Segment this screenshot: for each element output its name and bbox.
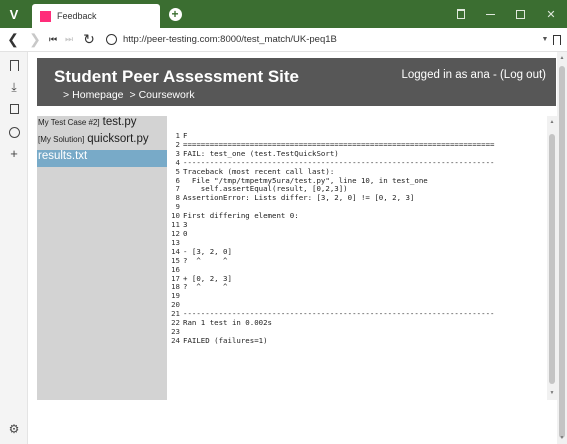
output-line: 18? ^ ^: [170, 282, 494, 292]
file-name: quicksort.py: [87, 133, 149, 145]
output-line: 24 FAILED (failures=1): [170, 335, 494, 346]
fast-forward-button[interactable]: ⏭: [62, 29, 76, 51]
site-info-icon[interactable]: [106, 34, 117, 45]
file-name: test.py: [102, 116, 137, 128]
line-text: Ran 1 test in 0.002s: [183, 318, 272, 328]
scroll-down-icon[interactable]: ▼: [548, 389, 556, 397]
site-header: Student Peer Assessment Site > Homepage >…: [37, 58, 556, 106]
line-text: ----------------------------------------…: [183, 157, 495, 167]
file-item-quicksort-py[interactable]: [My Solution] quicksort.py: [37, 133, 167, 150]
line-text: First differing element 0:: [183, 211, 299, 221]
page-scroll-thumb[interactable]: [559, 66, 565, 438]
breadcrumb-homepage[interactable]: Homepage: [72, 89, 123, 101]
login-text: Logged in as ana -: [401, 69, 500, 81]
browser-menu-button[interactable]: V: [0, 0, 28, 28]
breadcrumb: > Homepage > Coursework: [63, 89, 195, 101]
reload-icon: ↻: [83, 31, 95, 47]
tab-feedback[interactable]: Feedback: [32, 4, 160, 28]
browser-side-panel: ⤓ + ⚙: [0, 52, 28, 444]
back-button[interactable]: ❮: [4, 29, 22, 51]
file-role: [My Solution]: [38, 135, 85, 144]
logout-link[interactable]: (Log out): [500, 69, 546, 81]
trash-icon: [457, 9, 465, 19]
favicon-icon: [40, 10, 51, 22]
line-number: 24: [171, 335, 180, 345]
rewind-icon: ⏮: [48, 34, 58, 44]
rewind-button[interactable]: ⏮: [46, 29, 60, 51]
reload-button[interactable]: ↻: [80, 29, 98, 51]
line-text: + [0, 2, 3]: [183, 273, 232, 283]
results-output: 1 F 2 =====================================…: [167, 116, 547, 400]
plus-icon: +: [168, 7, 182, 21]
output-line: 22 Ran 1 test in 0.002s: [170, 318, 494, 328]
minimize-button[interactable]: [474, 0, 506, 28]
output-line: 15? ^ ^: [170, 255, 494, 266]
tab-title: Feedback: [57, 11, 97, 21]
downloads-icon[interactable]: ⤓: [7, 80, 21, 94]
page-scroll-down-icon[interactable]: ▼: [558, 434, 566, 442]
output-scrollbar[interactable]: ▲ ▼: [547, 116, 557, 400]
browser-titlebar: V Feedback + ✕: [0, 0, 567, 28]
file-name: results.txt: [38, 150, 88, 162]
line-text: - [3, 2, 0]: [183, 246, 232, 256]
site-title: Student Peer Assessment Site: [54, 67, 300, 86]
new-tab-button[interactable]: +: [166, 5, 184, 23]
url-field[interactable]: http://peer-testing.com:8000/test_match/…: [123, 34, 537, 45]
line-text: FAIL: test_one (test.TestQuickSort): [183, 148, 339, 158]
file-item-results-txt[interactable]: results.txt: [37, 150, 167, 167]
history-icon[interactable]: [7, 125, 21, 139]
line-text: F: [183, 131, 188, 140]
line-text: ? ^ ^: [183, 282, 228, 292]
bookmark-icon[interactable]: [553, 34, 561, 45]
forward-icon: ❯: [29, 31, 41, 47]
fast-forward-icon: ⏭: [64, 34, 74, 44]
file-list: My Test Case #2] test.py [My Solution] q…: [37, 116, 167, 400]
file-role: My Test Case #2]: [38, 118, 100, 127]
line-text: ? ^ ^: [183, 255, 228, 265]
forward-button[interactable]: ❯: [26, 29, 44, 51]
line-text: ----------------------------------------…: [183, 309, 495, 319]
bookmarks-icon[interactable]: [7, 58, 21, 72]
output-line: 19: [170, 291, 494, 301]
maximize-icon: [515, 9, 525, 19]
line-text: 3: [183, 220, 188, 230]
settings-icon[interactable]: ⚙: [7, 422, 21, 436]
line-text: AssertionError: Lists differ: [3, 2, 0] …: [183, 193, 415, 203]
output-line: 11 3: [170, 220, 494, 230]
page-content: Student Peer Assessment Site > Homepage >…: [29, 52, 557, 444]
output-line: 8 AssertionError: Lists differ: [3, 2, 0]…: [170, 193, 494, 203]
page-scroll-up-icon[interactable]: ▲: [558, 54, 566, 62]
page-scrollbar[interactable]: ▲ ▼: [557, 52, 567, 444]
scroll-up-icon[interactable]: ▲: [548, 118, 556, 126]
back-icon: ❮: [7, 31, 19, 47]
close-icon: ✕: [546, 8, 556, 21]
minimize-icon: [485, 13, 495, 15]
breadcrumb-coursework[interactable]: Coursework: [139, 89, 195, 101]
line-text: self.assertEqual(result, [0,2,3]): [183, 184, 348, 194]
login-status: Logged in as ana - (Log out): [402, 69, 547, 81]
close-button[interactable]: ✕: [535, 0, 567, 28]
line-text: ========================================…: [183, 139, 495, 149]
add-panel-icon[interactable]: +: [7, 146, 21, 161]
line-text: 0: [183, 228, 188, 238]
line-text: Traceback (most recent call last):: [183, 166, 335, 176]
output-line: 10 First differing element 0:: [170, 211, 494, 221]
trash-button[interactable]: [445, 0, 477, 28]
address-bar: ❮ ❯ ⏮ ⏭ ↻ http://peer-testing.com:8000/t…: [0, 28, 567, 52]
output-line: 12 0: [170, 228, 494, 239]
url-dropdown-icon[interactable]: ▼: [537, 36, 553, 43]
output-scroll-thumb[interactable]: [549, 134, 555, 384]
file-item-test-py[interactable]: My Test Case #2] test.py: [37, 116, 167, 133]
maximize-button[interactable]: [504, 0, 536, 28]
line-text: File "/tmp/tmpetmy5ura/test.py", line 10…: [183, 175, 428, 185]
notes-icon[interactable]: [7, 102, 21, 116]
line-text: FAILED (failures=1): [183, 335, 268, 345]
output-lines: 1 F 2 =====================================…: [170, 131, 495, 346]
